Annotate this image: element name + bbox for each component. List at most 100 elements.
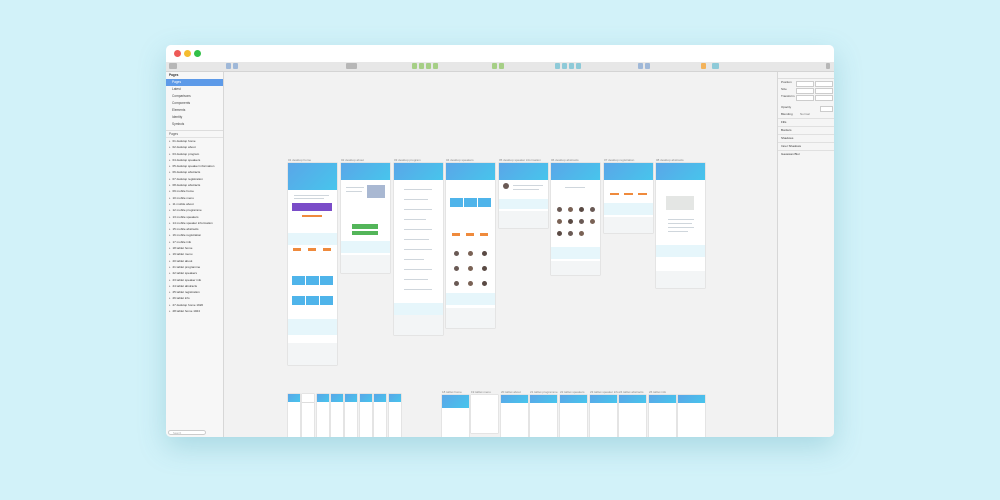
inspector-section[interactable]: Borders (778, 126, 834, 134)
artboard-tablet-home[interactable] (442, 395, 469, 437)
artboard-mobile-programme[interactable] (331, 394, 343, 437)
artboard-desktop-abstracts-2[interactable] (656, 163, 705, 288)
artboard-tablet-info[interactable] (649, 395, 676, 437)
symbol-icon[interactable] (226, 63, 231, 69)
disclosure-arrow-icon[interactable]: ▸ (169, 233, 171, 237)
artboard-desktop-speaker-information[interactable] (499, 163, 548, 228)
artboard-tablet-about[interactable] (501, 395, 528, 437)
disclosure-arrow-icon[interactable]: ▸ (169, 183, 171, 187)
disclosure-arrow-icon[interactable]: ▸ (169, 252, 171, 256)
artboard-label[interactable]: 03 desktop program (394, 158, 421, 162)
artboard-label[interactable]: 20 tablet about (501, 390, 521, 394)
artboard-desktop-abstracts[interactable] (551, 163, 600, 275)
artboard-mobile-home[interactable] (288, 394, 300, 437)
flatten-icon[interactable] (433, 63, 438, 69)
scale-icon[interactable] (499, 63, 504, 69)
intersect-icon[interactable] (569, 63, 574, 69)
artboard-label[interactable]: 26 tablet info (649, 390, 666, 394)
artboard-tablet-programme[interactable] (530, 395, 557, 437)
disclosure-arrow-icon[interactable]: ▸ (169, 221, 171, 225)
artboard-label[interactable]: 18 tablet home (442, 390, 462, 394)
disclosure-arrow-icon[interactable]: ▸ (169, 290, 171, 294)
artboard-mobile-abstracts[interactable] (374, 394, 386, 437)
artboard-mobile-speakers[interactable] (345, 394, 357, 437)
artboard-desktop-speakers[interactable] (446, 163, 495, 328)
inspector-section[interactable]: Fills (778, 118, 834, 126)
artboard-label[interactable]: 06 desktop abstracts (551, 158, 579, 162)
zoom-control[interactable] (346, 63, 357, 69)
rotate-icon[interactable] (426, 63, 431, 69)
disclosure-arrow-icon[interactable]: ▸ (169, 164, 171, 168)
disclosure-arrow-icon[interactable]: ▸ (169, 284, 171, 288)
subtract-icon[interactable] (562, 63, 567, 69)
insert-menu-button[interactable] (169, 63, 177, 69)
export-icon[interactable] (701, 63, 706, 69)
disclosure-arrow-icon[interactable]: ▸ (169, 145, 171, 149)
disclosure-arrow-icon[interactable]: ▸ (169, 271, 171, 275)
disclosure-arrow-icon[interactable]: ▸ (169, 177, 171, 181)
disclosure-arrow-icon[interactable]: ▸ (169, 202, 171, 206)
artboard-mobile-about[interactable] (317, 394, 329, 437)
artboard-label[interactable]: 04 desktop speakers (446, 158, 474, 162)
artboard-label[interactable]: 19 tablet menu (471, 390, 491, 394)
layer-search-input[interactable]: Search (168, 430, 206, 435)
flip-input[interactable] (815, 94, 833, 101)
artboard-desktop-about[interactable] (341, 163, 390, 273)
page-item[interactable]: Latest (166, 86, 223, 93)
disclosure-arrow-icon[interactable]: ▸ (169, 259, 171, 263)
close-window-button[interactable] (174, 50, 181, 57)
edit-icon[interactable] (412, 63, 417, 69)
artboard-desktop-registration[interactable] (604, 163, 653, 233)
artboard-label[interactable]: 07 desktop registration (604, 158, 634, 162)
page-item[interactable]: Components (166, 100, 223, 107)
disclosure-arrow-icon[interactable]: ▸ (169, 296, 171, 300)
artboard-tablet-abstracts[interactable] (619, 395, 646, 437)
artboard-mobile-menu[interactable] (302, 394, 314, 437)
artboard-label[interactable]: 08 desktop abstracts (656, 158, 684, 162)
disclosure-arrow-icon[interactable]: ▸ (169, 158, 171, 162)
page-item[interactable]: Symbols (166, 121, 223, 128)
mirror-icon[interactable] (638, 63, 643, 69)
layer-item[interactable]: ▸ 28 tablet home 1024 (166, 308, 223, 314)
artboard-desktop-program[interactable] (394, 163, 443, 335)
artboard-mobile-speaker-information[interactable] (360, 394, 372, 437)
disclosure-arrow-icon[interactable]: ▸ (169, 240, 171, 244)
union-icon[interactable] (555, 63, 560, 69)
artboard-tablet-speakers[interactable] (560, 395, 587, 437)
artboard-tablet-extra[interactable] (678, 395, 705, 437)
artboard-label[interactable]: 23 tablet speaker info (590, 390, 619, 394)
view-icon[interactable] (645, 63, 650, 69)
artboard-label[interactable]: 01 desktop home (288, 158, 311, 162)
inspector-section[interactable]: Gaussian Blur (778, 150, 834, 158)
transform-icon[interactable] (419, 63, 424, 69)
artboard-tablet-speaker-info[interactable] (590, 395, 617, 437)
disclosure-arrow-icon[interactable]: ▸ (169, 246, 171, 250)
artboard-desktop-home[interactable] (288, 163, 337, 365)
zoom-window-button[interactable] (194, 50, 201, 57)
disclosure-arrow-icon[interactable]: ▸ (169, 139, 171, 143)
cloud-icon[interactable] (712, 63, 719, 69)
disclosure-arrow-icon[interactable]: ▸ (169, 278, 171, 282)
create-symbol-icon[interactable] (233, 63, 238, 69)
artboard-label[interactable]: 22 tablet speakers (560, 390, 585, 394)
disclosure-arrow-icon[interactable]: ▸ (169, 189, 171, 193)
more-icon[interactable] (826, 63, 830, 69)
disclosure-arrow-icon[interactable]: ▸ (169, 170, 171, 174)
blending-select[interactable]: Normal (800, 111, 810, 118)
mask-icon[interactable] (492, 63, 497, 69)
disclosure-arrow-icon[interactable]: ▸ (169, 265, 171, 269)
artboard-label[interactable]: 02 desktop about (341, 158, 364, 162)
disclosure-arrow-icon[interactable]: ▸ (169, 196, 171, 200)
page-item[interactable]: Comparisons (166, 93, 223, 100)
inspector-section[interactable]: Inner Shadows (778, 142, 834, 150)
alignment-toolbar[interactable] (778, 72, 834, 79)
page-item[interactable]: Pages (166, 79, 223, 86)
page-item[interactable]: Elements (166, 107, 223, 114)
disclosure-arrow-icon[interactable]: ▸ (169, 152, 171, 156)
inspector-section[interactable]: Shadows (778, 134, 834, 142)
disclosure-arrow-icon[interactable]: ▸ (169, 208, 171, 212)
disclosure-arrow-icon[interactable]: ▸ (169, 227, 171, 231)
rotate-input[interactable] (796, 94, 814, 101)
artboard-tablet-menu[interactable] (471, 395, 498, 433)
artboard-label[interactable]: 24 tablet abstracts (619, 390, 644, 394)
